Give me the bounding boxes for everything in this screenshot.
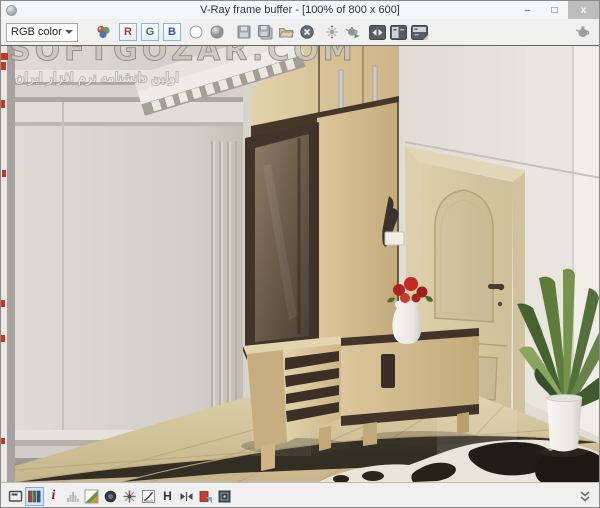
clear-image-icon[interactable]	[296, 22, 317, 43]
shoe-cabinet	[241, 336, 351, 471]
expand-icon[interactable]	[575, 487, 594, 506]
red-channel-button[interactable]: R	[119, 23, 137, 41]
save-image-icon[interactable]	[233, 22, 254, 43]
cabinet-handle	[339, 70, 343, 110]
plant-pot	[547, 398, 582, 452]
door-keyhole	[498, 302, 502, 306]
vray-frame-buffer-window: V-Ray frame buffer - [100% of 800 x 600]…	[0, 0, 600, 508]
white-balance-icon[interactable]: H	[158, 487, 177, 506]
window-title: V-Ray frame buffer - [100% of 800 x 600]	[1, 4, 599, 16]
monochrome-icon[interactable]	[206, 22, 227, 43]
maximize-button[interactable]: □	[541, 1, 568, 19]
save-channels-icon[interactable]	[254, 22, 275, 43]
region-render-icon[interactable]	[196, 487, 215, 506]
frame-icon[interactable]	[215, 487, 234, 506]
door-arch-panel	[435, 190, 493, 322]
channel-dropdown[interactable]: RGB color	[6, 23, 78, 42]
compare-horizontal-icon[interactable]	[388, 22, 409, 43]
render-viewport[interactable]: SOFTGOZAR.COM اولین دانشنامه نرم افزار ا…	[1, 45, 599, 482]
cabinet-leg	[457, 412, 469, 434]
watermark-subtext: اولین دانشنامه نرم افزار ایران	[15, 71, 179, 86]
rendered-image: SOFTGOZAR.COM اولین دانشنامه نرم افزار ا…	[1, 46, 599, 482]
title-bar: V-Ray frame buffer - [100% of 800 x 600]…	[1, 1, 599, 19]
color-swatch-icon	[92, 22, 113, 43]
alpha-channel-icon[interactable]	[185, 22, 206, 43]
cabinet-leg	[261, 443, 275, 471]
image-left-edge	[1, 46, 7, 482]
close-button[interactable]: x	[568, 1, 599, 19]
show-channels-icon[interactable]	[25, 487, 44, 506]
green-channel-button[interactable]: G	[141, 23, 159, 41]
compare-swap-icon[interactable]	[367, 22, 388, 43]
cabinet-handle	[373, 66, 377, 102]
color-correction-icon[interactable]	[82, 487, 101, 506]
render-icon[interactable]	[573, 22, 594, 43]
compare-vertical-icon[interactable]	[409, 22, 430, 43]
cabinet-door-handle	[381, 354, 395, 388]
cabinet-leg	[363, 422, 377, 446]
cabinet-leg	[319, 426, 331, 451]
pixel-info-icon[interactable]: i	[44, 487, 63, 506]
glare-icon[interactable]	[120, 487, 139, 506]
render-last-icon[interactable]	[342, 22, 363, 43]
stamp-icon[interactable]	[6, 487, 25, 506]
bottom-toolbar: i H	[1, 482, 599, 508]
channel-dropdown-value: RGB color	[11, 26, 62, 38]
minimize-button[interactable]: –	[514, 1, 541, 19]
load-image-icon[interactable]	[275, 22, 296, 43]
histogram-icon[interactable]	[63, 487, 82, 506]
blue-channel-button[interactable]: B	[163, 23, 181, 41]
top-toolbar: RGB color R G B	[1, 19, 599, 45]
track-mouse-icon[interactable]	[321, 22, 342, 43]
wall-corner-shadow	[7, 46, 15, 482]
compare-arrows-icon[interactable]	[177, 487, 196, 506]
watermark-text: SOFTGOZAR.COM	[9, 46, 357, 68]
levels-icon[interactable]	[139, 487, 158, 506]
mirror	[245, 122, 319, 352]
lens-effects-icon[interactable]	[101, 487, 120, 506]
light-switch	[385, 232, 404, 245]
chevron-down-icon	[65, 30, 73, 34]
